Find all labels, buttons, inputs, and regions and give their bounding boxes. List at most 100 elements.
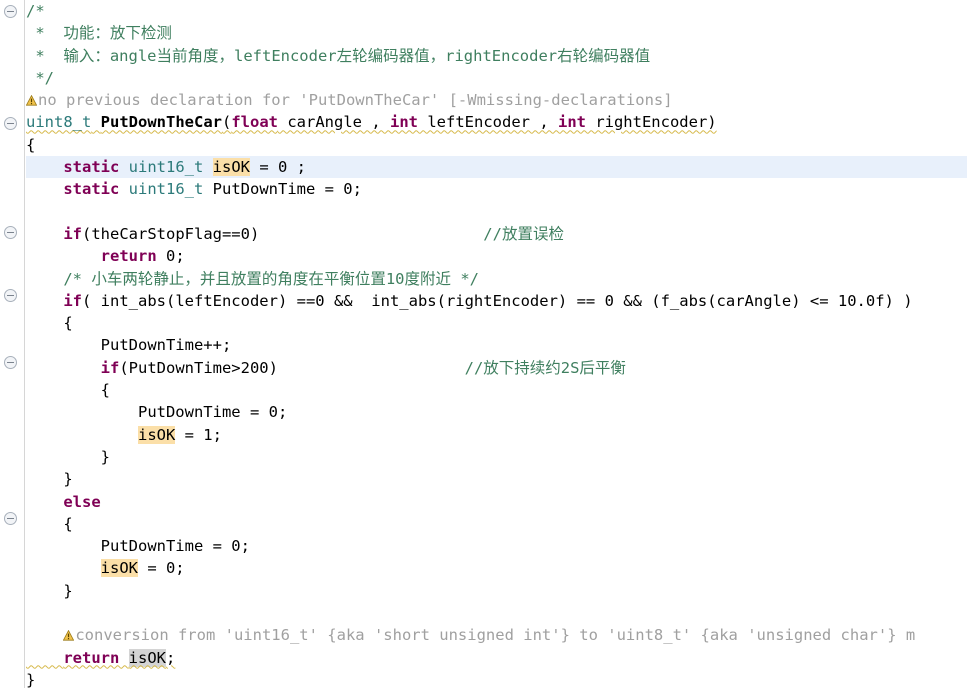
code-line-6-warning-underlined[interactable]: uint8_t PutDownTheCar(float carAngle , i… [26,111,967,133]
code-line-26[interactable]: isOK = 0; [26,557,967,579]
warning-squiggle: return isOK; [26,648,175,667]
code-token: /* 小车两轮静止，并且放置的角度在平衡位置10度附近 */ [26,269,479,288]
code-line-25[interactable]: PutDownTime = 0; [26,535,967,557]
code-token: int [557,113,586,132]
code-token: PutDownTheCar [100,113,222,132]
occurrence-write: isOK [100,559,138,578]
code-line-10-empty[interactable] [26,201,967,223]
warning-icon[interactable] [63,630,75,641]
code-content[interactable]: /* * 功能：放下检测 * 输入：angle当前角度，leftEncoder左… [26,0,967,688]
code-line-15[interactable]: { [26,312,967,334]
code-token: return [63,648,120,667]
code-token: //放下持续约2S后平衡 [464,358,626,377]
code-token: * 输入：angle当前角度，leftEncoder左轮编码器值，rightEn… [26,46,651,65]
code-line-19[interactable]: PutDownTime = 0; [26,401,967,423]
code-line-12[interactable]: return 0; [26,245,967,267]
code-line-31[interactable]: } [26,669,967,688]
code-line-18[interactable]: { [26,379,967,401]
code-line-21[interactable]: } [26,446,967,468]
code-token: { [26,514,73,533]
code-line-20[interactable]: isOK = 1; [26,424,967,446]
code-token: else [63,492,101,511]
code-line-16[interactable]: PutDownTime++; [26,334,967,356]
code-token: leftEncoder , [418,113,558,132]
code-token: /* [26,2,45,20]
fold-marker-comment-block[interactable] [4,5,17,18]
annotation-indent [26,626,63,644]
code-line-3[interactable]: * 输入：angle当前角度，leftEncoder左轮编码器值，rightEn… [26,45,967,67]
code-line-30-warning-underlined[interactable]: return isOK; [26,647,967,669]
code-line-13[interactable]: /* 小车两轮静止，并且放置的角度在平衡位置10度附近 */ [26,268,967,290]
code-line-28-empty[interactable] [26,602,967,624]
code-token: = 0; [137,559,185,578]
code-token: float [231,113,279,132]
code-token: ( [222,113,232,132]
code-token: uint16_t [128,180,204,199]
code-token: rightEncoder) [585,113,717,132]
code-token: } [26,470,73,489]
code-line-24[interactable]: { [26,513,967,535]
code-token: int [390,113,418,132]
problem-annotation-text: no previous declaration for 'PutDownTheC… [38,91,673,110]
code-line-5[interactable]: no previous declaration for 'PutDownTheC… [26,89,967,111]
code-line-8[interactable]: static uint16_t isOK = 0 ; [26,156,967,179]
fold-marker-else[interactable] [4,512,17,525]
code-line-27[interactable]: } [26,580,967,602]
fold-marker-if-stop-flag[interactable] [4,226,17,239]
problem-annotation-text: conversion from 'uint16_t' {aka 'short u… [75,626,916,645]
code-token: uint8_t [26,113,92,132]
occurrence-write: isOK [137,425,176,444]
code-line-9[interactable]: static uint16_t PutDownTime = 0; [26,178,967,200]
code-token: */ [26,68,54,87]
code-line-17[interactable]: if(PutDownTime>200) //放下持续约2S后平衡 [26,357,967,379]
code-editor[interactable]: /* * 功能：放下检测 * 输入：angle当前角度，leftEncoder左… [0,0,967,688]
code-token: static [63,180,120,199]
fold-marker-if-putdowntime[interactable] [4,356,17,369]
code-line-14[interactable]: if( int_abs(leftEncoder) ==0 && int_abs(… [26,290,967,312]
code-token: PutDownTime = 0; [203,180,362,199]
code-token: carAngle , [278,113,390,132]
editor-gutter[interactable] [0,0,25,688]
code-line-4[interactable]: */ [26,67,967,89]
code-token: } [26,670,36,688]
warning-icon[interactable] [26,95,37,106]
code-line-2[interactable]: * 功能：放下检测 [26,22,967,44]
code-token: (PutDownTime>200) [119,358,278,377]
code-token: 0; [156,247,185,266]
code-token: * 功能：放下检测 [26,24,172,43]
code-token: PutDownTime = 0; [26,537,250,556]
code-token: if [63,224,82,243]
code-token: PutDownTime++; [26,336,232,355]
code-line-1[interactable]: /* [26,0,967,22]
code-token: uint16_t [128,158,204,177]
code-line-11[interactable]: if(theCarStopFlag==0) //放置误检 [26,223,967,245]
code-token: return [100,247,157,266]
code-line-23[interactable]: else [26,491,967,513]
code-token: PutDownTime = 0; [26,403,288,422]
code-line-22[interactable]: } [26,468,967,490]
fold-marker-if-abs[interactable] [4,289,17,302]
fold-marker-function[interactable] [4,117,17,130]
code-token: (theCarStopFlag==0) [82,224,260,243]
code-token: //放置误检 [483,224,564,243]
occurrence-read: isOK [128,648,166,667]
code-line-7[interactable]: { [26,134,967,156]
code-token: ( int_abs(leftEncoder) ==0 && int_abs(ri… [82,291,913,310]
code-token: { [26,314,73,333]
code-line-29[interactable]: conversion from 'uint16_t' {aka 'short u… [26,624,967,646]
